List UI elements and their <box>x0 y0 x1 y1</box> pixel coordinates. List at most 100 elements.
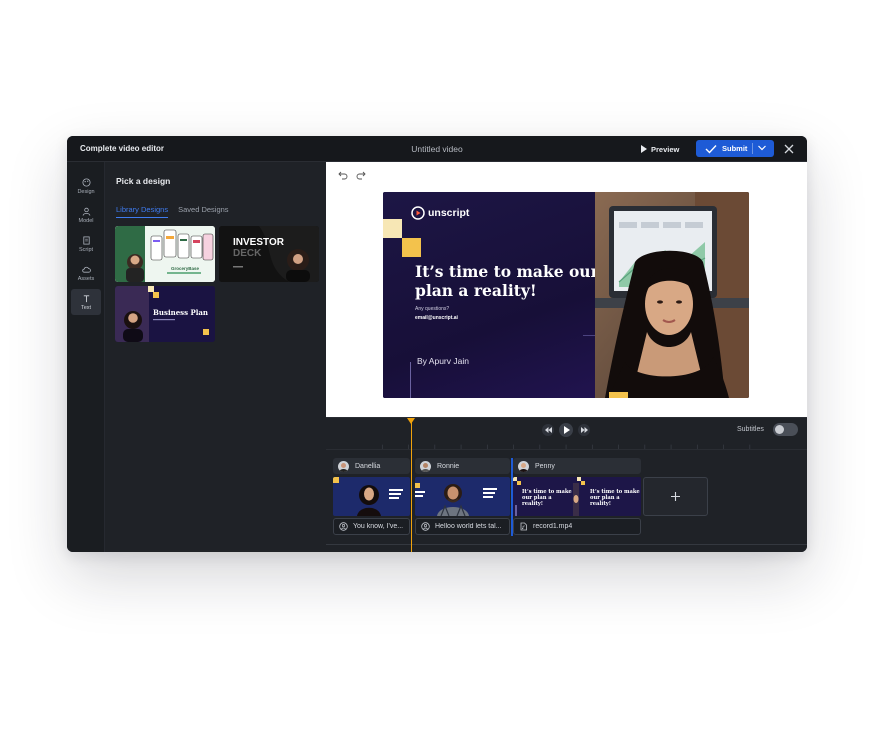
slide-divider <box>410 362 411 398</box>
slide-preview[interactable]: unscript It’s time to make our plan a re… <box>383 192 749 398</box>
play-icon <box>641 145 647 153</box>
design-thumb-business-plan[interactable]: Business Plan <box>115 286 215 342</box>
audio-clip-ronnie[interactable]: Helloo world lets tal... <box>415 518 510 535</box>
investor-thumb-title: INVESTOR DECK <box>233 237 284 259</box>
rewind-button[interactable] <box>542 424 554 436</box>
redo-icon[interactable] <box>356 170 366 180</box>
design-thumb-grocery[interactable]: GroceryBase <box>115 226 215 282</box>
clip-headline-1: It’s time to make our plan a reality! <box>522 489 572 507</box>
slide-brand: unscript <box>411 206 469 220</box>
avatar <box>338 460 349 472</box>
voice-icon <box>421 522 430 531</box>
tab-saved-designs[interactable]: Saved Designs <box>178 205 228 218</box>
playhead-line[interactable] <box>411 418 412 552</box>
track-label-danellia[interactable]: Danellia <box>333 458 410 474</box>
timeline-scrollbar[interactable] <box>326 544 807 545</box>
document-icon <box>82 235 90 245</box>
submit-button[interactable]: Submit <box>696 140 774 157</box>
avatar <box>420 460 431 472</box>
add-clip-button[interactable] <box>643 477 708 516</box>
top-bar: Complete video editor Untitled video Pre… <box>67 136 807 162</box>
presenter-photo <box>595 192 749 398</box>
rail-item-model[interactable]: Model <box>71 202 101 228</box>
investor-title-line2: DECK <box>233 248 262 259</box>
voice-icon <box>339 522 348 531</box>
unscript-logo-icon <box>411 206 425 220</box>
undo-icon[interactable] <box>338 170 348 180</box>
fast-forward-button[interactable] <box>578 424 590 436</box>
audio-clip-text: You know, I've... <box>353 523 404 530</box>
rail-label-model: Model <box>78 217 94 224</box>
panel-heading: Pick a design <box>116 176 171 186</box>
tab-library-designs[interactable]: Library Designs <box>116 205 169 218</box>
avatar <box>518 460 529 472</box>
video-clip-ronnie[interactable] <box>415 477 510 516</box>
subtitles-label: Subtitles <box>737 426 764 433</box>
rail-label-script: Script <box>78 246 94 253</box>
rail-item-text[interactable]: Text <box>71 289 101 315</box>
timeline-play-button[interactable] <box>559 423 573 437</box>
submit-label: Submit <box>722 144 748 153</box>
business-thumb-title: Business Plan <box>153 308 209 317</box>
preview-button[interactable]: Preview <box>641 142 679 156</box>
stage: Complete video editor Untitled video Pre… <box>0 0 894 744</box>
submit-divider <box>752 143 753 154</box>
slide-author: By Apurv Jain <box>417 356 469 366</box>
canvas-area: unscript It’s time to make our plan a re… <box>326 162 807 417</box>
video-clip-penny[interactable]: It’s time to make our plan a reality! It… <box>513 477 641 516</box>
slide-headline: It’s time to make our plan a reality! <box>415 262 599 300</box>
plus-icon <box>671 492 680 501</box>
track-name: Ronnie <box>437 462 460 470</box>
audio-clip-text: Helloo world lets tal... <box>435 523 502 530</box>
rail-item-assets[interactable]: Assets <box>71 260 101 286</box>
text-icon <box>83 294 89 302</box>
play-icon <box>563 426 570 434</box>
design-panel: Pick a design Library Designs Saved Desi… <box>105 162 326 552</box>
chevron-down-icon[interactable] <box>757 144 767 152</box>
investor-title-line1: INVESTOR <box>233 237 284 248</box>
clip-headline-2: It’s time to make our plan a reality! <box>590 489 640 507</box>
rail-label-text: Text <box>80 304 92 311</box>
slide-email: email@unscript.ai <box>415 315 458 321</box>
audio-clip-penny[interactable]: record1.mp4 <box>513 518 641 535</box>
track-label-penny[interactable]: Penny <box>513 458 641 474</box>
fast-forward-icon <box>580 427 588 433</box>
slide-deco-bar-gold <box>609 392 628 398</box>
person-icon <box>82 207 90 216</box>
playhead-handle[interactable] <box>407 418 415 424</box>
track-name: Danellia <box>355 462 381 470</box>
rail-label-design: Design <box>77 188 95 195</box>
slide-deco-square-gold <box>402 238 421 257</box>
video-clip-danellia[interactable] <box>333 477 410 516</box>
subtitles-toggle[interactable] <box>773 423 798 436</box>
rail-item-script[interactable]: Script <box>71 231 101 257</box>
design-thumb-investor-deck[interactable]: INVESTOR DECK <box>219 226 319 282</box>
track-name: Penny <box>535 462 555 470</box>
clip-thumbnail <box>333 477 410 516</box>
close-icon[interactable] <box>783 143 795 155</box>
slide-brand-name: unscript <box>428 207 470 219</box>
track-label-ronnie[interactable]: Ronnie <box>415 458 510 474</box>
rail-item-design[interactable]: Design <box>71 173 101 199</box>
cloud-icon <box>81 266 91 273</box>
audio-clip-text: record1.mp4 <box>533 523 573 530</box>
audio-clip-danellia[interactable]: You know, I've... <box>333 518 410 535</box>
palette-icon <box>81 177 91 187</box>
slide-questions: Any questions? <box>415 306 450 312</box>
design-tabs: Library Designs Saved Designs <box>116 205 229 218</box>
timeline-ruler <box>326 444 807 450</box>
file-audio-icon <box>520 522 527 531</box>
rail-label-assets: Assets <box>77 275 95 282</box>
check-icon <box>705 144 717 154</box>
tool-rail: Design Model Script Assets Text <box>67 162 105 552</box>
slide-deco-square-light <box>383 219 402 238</box>
timeline: Subtitles Danellia Ronnie Penny It’s tim… <box>326 417 807 552</box>
editor-window: Complete video editor Untitled video Pre… <box>67 136 807 552</box>
clip-thumbnail <box>415 477 510 516</box>
grocery-thumb-title: GroceryBase <box>171 266 200 271</box>
grocery-design-preview <box>115 226 215 282</box>
preview-label: Preview <box>651 144 680 154</box>
rewind-icon <box>544 427 552 433</box>
clip-boundary-marker <box>511 458 513 536</box>
toggle-knob <box>775 425 784 434</box>
